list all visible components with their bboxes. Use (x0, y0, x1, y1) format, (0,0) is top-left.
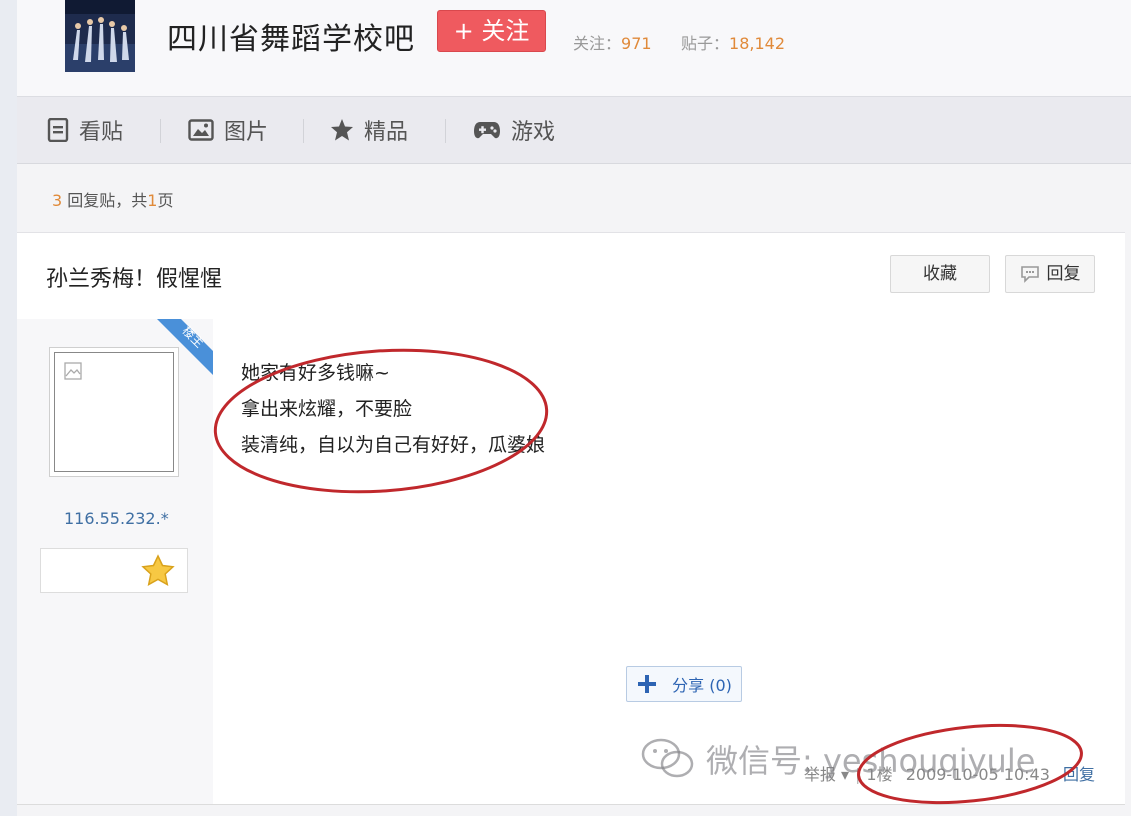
nav-tab-images-label: 图片 (224, 120, 269, 145)
comment-icon (1020, 266, 1039, 283)
thread-reply-label: 回复 (1046, 264, 1081, 284)
favorite-button[interactable]: 收藏 (890, 255, 990, 293)
gamepad-icon (474, 122, 500, 139)
wechat-icon (641, 738, 694, 778)
follow-button[interactable]: + 关注 (437, 10, 546, 52)
forum-nav: 看贴 图片 精品 游戏 (17, 97, 1131, 164)
forum-logo[interactable] (65, 0, 135, 72)
share-label: 分享 (0) (672, 676, 732, 695)
post-line: 拿出来炫耀，不要脸 (241, 398, 413, 420)
nav-tab-images[interactable]: 图片 (188, 116, 269, 145)
nav-separator (160, 119, 161, 143)
original-poster-badge: 楼主 (157, 319, 213, 375)
nav-separator (303, 119, 304, 143)
forum-header: 四川省舞蹈学校吧 + 关注 关注：971 贴子：18,142 (17, 0, 1131, 97)
followers-stat: 关注：971 (573, 30, 652, 54)
reply-count-text: 回复贴，共 (62, 191, 148, 210)
share-button[interactable]: 分享 (0) (626, 666, 742, 702)
author-ip[interactable]: 116.55.232.* (64, 509, 169, 528)
post-reply-link[interactable]: 回复 (1063, 765, 1095, 784)
nav-tab-featured[interactable]: 精品 (330, 116, 409, 145)
star-level-icon (141, 554, 175, 586)
post-floor-1: 116.55.232.* 楼主 她家有好多钱嘛~ 拿出来炫耀，不要脸 装清纯，自… (17, 319, 1125, 804)
plus-icon (638, 675, 657, 693)
posts-label: 贴子： (681, 34, 730, 53)
followers-count: 971 (621, 34, 652, 53)
avatar-frame (54, 352, 174, 472)
posts-stat: 贴子：18,142 (681, 30, 785, 54)
posts-count: 18,142 (729, 34, 785, 53)
post-content: 她家有好多钱嘛~ 拿出来炫耀，不要脸 装清纯，自以为自己有好好，瓜婆娘 (241, 355, 545, 463)
author-column: 116.55.232.* 楼主 (17, 319, 213, 804)
image-icon (188, 119, 214, 141)
page-count: 1 (147, 191, 158, 210)
broken-image-icon (64, 362, 82, 380)
thread-reply-button[interactable]: 回复 (1005, 255, 1095, 293)
thread-title-bar: 孙兰秀梅！假惺惺 收藏 回复 (17, 232, 1125, 320)
reply-page-info: 3 回复贴，共1页 (52, 187, 173, 211)
forum-title[interactable]: 四川省舞蹈学校吧 (167, 14, 415, 58)
page-suffix: 页 (157, 191, 174, 210)
thread-title: 孙兰秀梅！假惺惺 (46, 267, 223, 292)
nav-tab-featured-label: 精品 (364, 120, 409, 145)
star-icon (331, 119, 353, 141)
post-divider (17, 804, 1125, 805)
reply-count: 3 (52, 191, 63, 210)
nav-tab-posts[interactable]: 看贴 (47, 116, 124, 145)
level-box (40, 548, 188, 593)
nav-tab-games-label: 游戏 (511, 120, 556, 145)
document-icon (47, 118, 69, 142)
nav-tab-posts-label: 看贴 (79, 120, 124, 145)
post-line: 装清纯，自以为自己有好好，瓜婆娘 (241, 434, 546, 456)
wechat-watermark: 微信号: yeshouqiyule (640, 736, 1035, 782)
watermark-text: 微信号: yeshouqiyule (706, 742, 1036, 780)
followers-label: 关注： (573, 34, 622, 53)
nav-tab-games[interactable]: 游戏 (473, 116, 556, 145)
post-line: 她家有好多钱嘛~ (241, 362, 390, 384)
left-strip (0, 0, 17, 816)
nav-separator (445, 119, 446, 143)
